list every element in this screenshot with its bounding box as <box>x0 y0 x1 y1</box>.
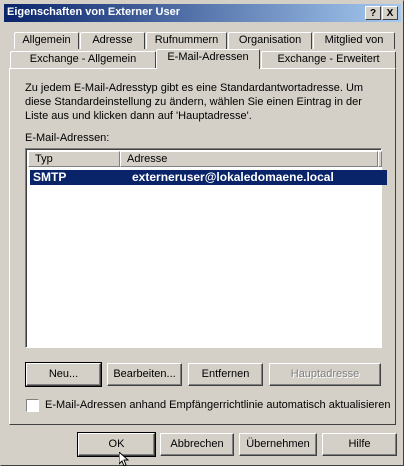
column-header-adresse[interactable]: Adresse <box>120 151 378 167</box>
tab-allgemein[interactable]: Allgemein <box>14 32 79 49</box>
title-bar[interactable]: Eigenschaften von Externer User ? X <box>4 4 401 22</box>
description-text: Zu jedem E-Mail-Adresstyp gibt es eine S… <box>25 82 364 122</box>
address-type: SMTP <box>33 170 67 184</box>
address-value: externeruser@lokaledomaene.local <box>132 170 334 184</box>
edit-button[interactable]: Bearbeiten... <box>107 363 182 386</box>
cancel-button[interactable]: Abbrechen <box>160 433 234 456</box>
column-header-typ[interactable]: Typ <box>28 151 120 167</box>
list-item[interactable]: SMTP externeruser@lokaledomaene.local <box>30 170 387 185</box>
addresses-label: E-Mail-Adressen: <box>25 132 110 144</box>
new-button[interactable]: Neu... <box>25 362 102 387</box>
window-title: Eigenschaften von Externer User <box>7 6 181 18</box>
apply-button[interactable]: Übernehmen <box>239 433 317 456</box>
tab-mitglied-von[interactable]: Mitglied von <box>313 32 395 49</box>
column-header-filler <box>378 151 382 167</box>
email-address-list[interactable]: Typ Adresse SMTP externeruser@lokaledoma… <box>25 148 387 348</box>
tab-organisation[interactable]: Organisation <box>228 32 312 49</box>
properties-dialog: Eigenschaften von Externer User ? X Allg… <box>0 0 404 466</box>
tab-exchange-allgemein[interactable]: Exchange - Allgemein <box>10 51 156 68</box>
remove-button[interactable]: Entfernen <box>188 363 263 386</box>
tab-e-mail-adressen[interactable]: E-Mail-Adressen <box>156 49 260 69</box>
auto-update-label[interactable]: E-Mail-Adressen anhand Empfängerrichtlin… <box>45 399 390 411</box>
primary-address-button[interactable]: Hauptadresse <box>269 363 381 386</box>
tab-rufnummern[interactable]: Rufnummern <box>146 32 227 49</box>
ok-button[interactable]: OK <box>77 432 156 457</box>
close-button[interactable]: X <box>382 6 398 20</box>
auto-update-checkbox[interactable] <box>26 399 39 412</box>
tab-adresse[interactable]: Adresse <box>80 32 145 49</box>
help-title-button[interactable]: ? <box>365 6 381 20</box>
mouse-pointer-icon <box>119 452 129 466</box>
help-button[interactable]: Hilfe <box>322 433 397 456</box>
tab-exchange-erweitert[interactable]: Exchange - Erweitert <box>261 51 396 68</box>
